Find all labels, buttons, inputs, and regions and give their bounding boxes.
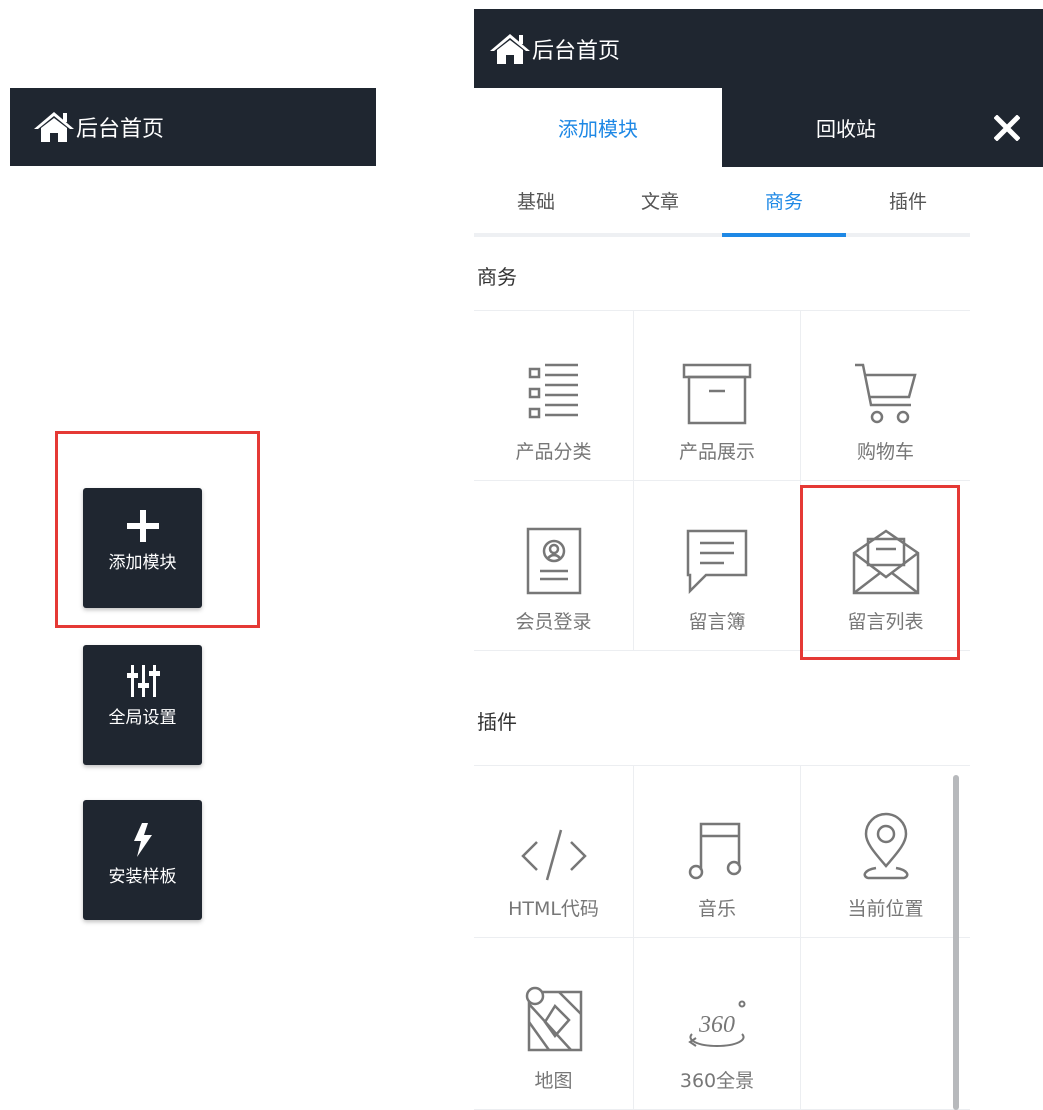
member-card-icon xyxy=(526,527,581,595)
tab-plugin[interactable]: 插件 xyxy=(846,167,970,233)
panorama-360-icon: 360 xyxy=(688,1000,746,1048)
tab-add-module[interactable]: 添加模块 xyxy=(474,88,722,167)
left-topbar[interactable]: 后台首页 xyxy=(10,88,376,166)
home-icon xyxy=(490,33,530,64)
section-title-plugin: 插件 xyxy=(477,710,517,734)
svg-text:360: 360 xyxy=(698,1012,735,1038)
section-title-business: 商务 xyxy=(474,241,970,311)
module-shopping-cart[interactable]: 购物车 xyxy=(801,311,970,481)
map-icon xyxy=(525,986,582,1052)
add-module-button[interactable]: 添加模块 xyxy=(83,488,202,608)
global-settings-button[interactable]: 全局设置 xyxy=(83,645,202,765)
module-label: 音乐 xyxy=(697,898,736,920)
module-label: 会员登录 xyxy=(515,611,592,633)
home-icon xyxy=(34,112,74,142)
cart-icon xyxy=(854,363,917,424)
add-module-label: 添加模块 xyxy=(108,553,177,573)
lightning-icon xyxy=(133,823,152,857)
empty-cell xyxy=(801,938,970,1110)
panel-head-tabs: 添加模块 回收站 xyxy=(474,88,970,167)
list-icon xyxy=(528,363,578,419)
module-current-location[interactable]: 当前位置 xyxy=(801,766,970,938)
tab-basic[interactable]: 基础 xyxy=(474,167,598,233)
close-button[interactable] xyxy=(970,88,1043,167)
module-product-category[interactable]: 产品分类 xyxy=(474,311,634,481)
plugin-modules-grid: HTML代码 音乐 当前位置 地图 360 360全景 xyxy=(474,765,970,1110)
home-label: 后台首页 xyxy=(532,38,621,64)
right-topbar[interactable]: 后台首页 xyxy=(474,9,1043,88)
module-label: 当前位置 xyxy=(847,898,924,920)
sliders-icon xyxy=(126,665,160,697)
global-settings-label: 全局设置 xyxy=(108,708,177,728)
module-label: 360全景 xyxy=(679,1070,755,1092)
module-label: 购物车 xyxy=(856,441,914,463)
module-label: 留言簿 xyxy=(688,611,746,633)
module-label: 产品展示 xyxy=(678,441,755,463)
module-guestbook[interactable]: 留言簿 xyxy=(634,481,801,651)
plus-icon xyxy=(126,510,159,542)
module-label: 地图 xyxy=(534,1070,573,1092)
module-member-login[interactable]: 会员登录 xyxy=(474,481,634,651)
module-music[interactable]: 音乐 xyxy=(634,766,801,938)
install-template-label: 安装样板 xyxy=(108,867,177,887)
category-tabs: 基础 文章 商务 插件 xyxy=(474,167,970,237)
home-label: 后台首页 xyxy=(76,117,165,142)
message-icon xyxy=(686,529,748,595)
box-icon xyxy=(682,363,752,425)
module-html-code[interactable]: HTML代码 xyxy=(474,766,634,938)
close-icon xyxy=(993,114,1020,141)
module-map[interactable]: 地图 xyxy=(474,938,634,1110)
highlight-box-message-list xyxy=(800,485,960,660)
module-label: HTML代码 xyxy=(508,898,599,920)
install-template-button[interactable]: 安装样板 xyxy=(83,800,202,920)
module-label: 产品分类 xyxy=(515,441,592,463)
module-360-panorama[interactable]: 360 360全景 xyxy=(634,938,801,1110)
panel-scrollbar[interactable] xyxy=(953,775,959,1110)
code-icon xyxy=(520,829,587,881)
location-pin-icon xyxy=(863,812,908,880)
module-product-display[interactable]: 产品展示 xyxy=(634,311,801,481)
tab-article[interactable]: 文章 xyxy=(598,167,722,233)
tab-business[interactable]: 商务 xyxy=(722,167,846,237)
tab-recycle-bin[interactable]: 回收站 xyxy=(722,88,970,167)
music-icon xyxy=(688,822,742,880)
